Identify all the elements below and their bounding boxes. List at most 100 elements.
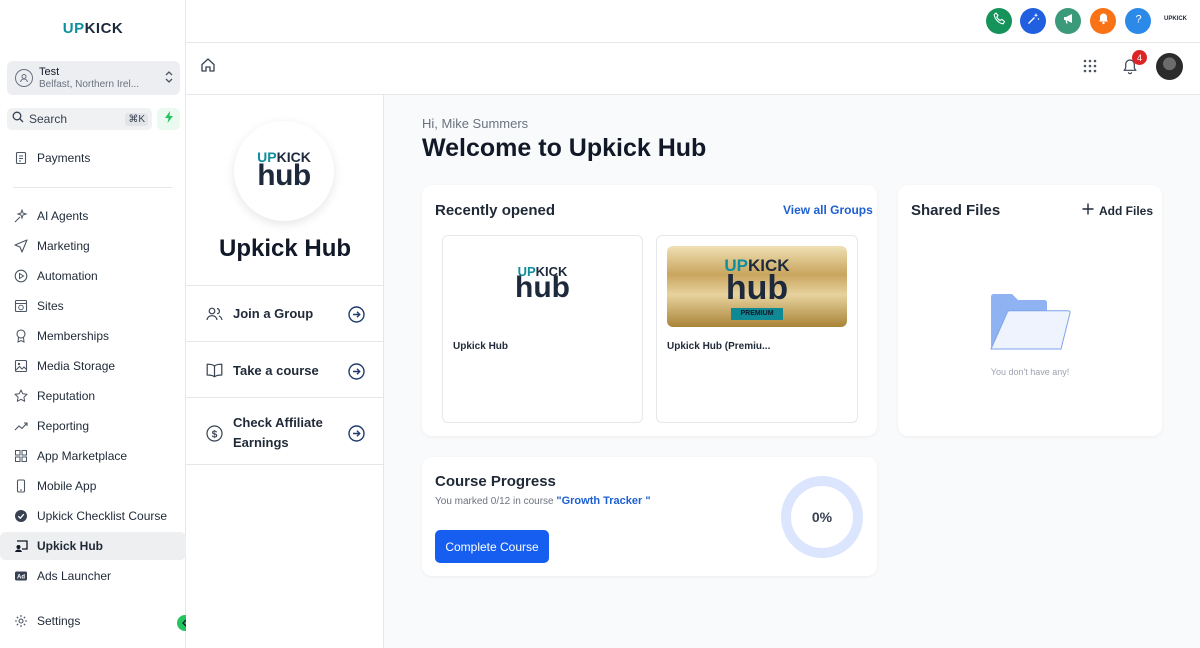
sidebar-item-label: Upkick Checklist Course	[37, 509, 168, 523]
sidebar-item-label: Payments	[37, 151, 91, 165]
notification-count-badge: 4	[1132, 50, 1147, 65]
brand-logo[interactable]: UPKICK	[0, 20, 186, 37]
sidebar-divider	[13, 187, 172, 188]
grid-icon	[13, 448, 29, 464]
sidebar-item-marketing[interactable]: Marketing	[0, 232, 186, 260]
sidebar: UPKICK Test Belfast, Northern Irel... Se…	[0, 0, 193, 648]
brand-logo-up: UP	[62, 20, 85, 37]
sub-header: 4	[186, 43, 1200, 95]
sidebar-item-label: Media Storage	[37, 359, 116, 373]
greeting: Hi, Mike Summers	[422, 116, 529, 131]
home-icon[interactable]	[200, 57, 216, 78]
recent-item-upkick-hub[interactable]: UPKICK hub Upkick Hub	[442, 235, 643, 423]
arrow-right-circle-icon	[348, 425, 365, 447]
location-switcher[interactable]: Test Belfast, Northern Irel...	[7, 61, 180, 95]
add-files-button[interactable]: Add Files	[1082, 203, 1153, 218]
top-bar: ? UPKICK	[186, 0, 1200, 43]
play-circle-icon	[13, 268, 29, 284]
apps-grid-icon[interactable]	[1083, 59, 1097, 78]
sidebar-item-reporting[interactable]: Reporting	[0, 412, 186, 440]
star-icon	[13, 388, 29, 404]
sidebar-item-label: Mobile App	[37, 479, 97, 493]
course-progress-text: You marked 0/12 in course "Growth Tracke…	[435, 495, 651, 507]
phone-icon	[13, 478, 29, 494]
sidebar-item-sites[interactable]: Sites	[0, 292, 186, 320]
affiliate-label-line2: Earnings	[233, 435, 289, 450]
recent-item-upkick-hub-premium[interactable]: UPKICK hub PREMIUM Upkick Hub (Premiu...	[656, 235, 858, 423]
recently-opened-title: Recently opened	[435, 202, 556, 219]
phone-call-icon	[993, 12, 1006, 30]
sidebar-item-memberships[interactable]: Memberships	[0, 322, 186, 350]
location-address: Belfast, Northern Irel...	[39, 79, 140, 90]
award-icon	[13, 328, 29, 344]
progress-percent: 0%	[811, 509, 833, 525]
sidebar-item-label: Reputation	[37, 389, 96, 403]
sidebar-item-settings[interactable]: Settings	[0, 607, 186, 635]
mini-logo: UPKICK	[1164, 16, 1188, 22]
svg-text:?: ?	[1135, 14, 1141, 26]
sidebar-item-upkick-hub[interactable]: Upkick Hub	[0, 532, 186, 560]
join-group-label: Join a Group	[233, 306, 314, 321]
sidebar-item-label: App Marketplace	[37, 449, 128, 463]
shared-files-card: Shared Files Add Files You don't have an…	[898, 185, 1162, 436]
quick-actions-button[interactable]	[157, 108, 180, 130]
announcements-button[interactable]	[1055, 8, 1081, 34]
sidebar-item-label: Automation	[37, 269, 98, 283]
sidebar-item-mobile-app[interactable]: Mobile App	[0, 472, 186, 500]
sidebar-item-upkick-checklist-course[interactable]: Upkick Checklist Course	[0, 502, 186, 530]
location-avatar-icon	[15, 69, 33, 87]
course-link[interactable]: "Growth Tracker "	[556, 495, 650, 507]
sidebar-item-label: Settings	[37, 614, 81, 628]
sidebar-item-media-storage[interactable]: Media Storage	[0, 352, 186, 380]
search-input[interactable]: Search ⌘K	[7, 108, 152, 130]
brand-logo-kick: KICK	[84, 20, 124, 37]
sidebar-item-label: Ads Launcher	[37, 569, 112, 583]
svg-text:$: $	[212, 429, 218, 440]
location-name: Test	[39, 66, 60, 78]
take-course-label: Take a course	[233, 363, 319, 378]
search-label: Search	[29, 112, 68, 126]
notifications-alert-button[interactable]	[1090, 8, 1116, 34]
help-button[interactable]: ?	[1125, 8, 1151, 34]
page-title: Welcome to Upkick Hub	[422, 134, 707, 162]
sidebar-item-ai-agents[interactable]: AI Agents	[0, 202, 186, 230]
sidebar-item-label: Marketing	[37, 239, 90, 253]
add-files-label: Add Files	[1099, 203, 1154, 218]
premium-thumbnail: UPKICK hub PREMIUM	[667, 246, 847, 327]
sidebar-item-ads-launcher[interactable]: Ad Ads Launcher	[0, 562, 186, 590]
monitor-user-icon	[13, 538, 29, 554]
recent-item-caption: Upkick Hub (Premiu...	[667, 341, 771, 352]
search-shortcut: ⌘K	[125, 112, 148, 126]
join-group-action[interactable]: Join a Group	[186, 285, 384, 341]
user-avatar[interactable]	[1156, 53, 1183, 80]
folder-icon	[989, 293, 1071, 356]
sidebar-item-label: Memberships	[37, 329, 110, 343]
users-icon	[206, 306, 223, 322]
sparkles-icon	[13, 208, 29, 224]
magic-wand-icon	[1027, 12, 1040, 30]
sidebar-item-label: AI Agents	[37, 209, 89, 223]
magic-button[interactable]	[1020, 8, 1046, 34]
arrow-right-circle-icon	[348, 363, 365, 385]
search-icon	[12, 110, 24, 128]
affiliate-earnings-action[interactable]: $ Check Affiliate Earnings	[186, 397, 384, 465]
bell-icon	[1097, 12, 1110, 30]
globe-page-icon	[13, 298, 29, 314]
course-progress-title: Course Progress	[435, 473, 556, 490]
sidebar-item-label: Reporting	[37, 419, 90, 433]
shared-files-empty-text: You don't have any!	[990, 367, 1070, 377]
ad-icon: Ad	[13, 568, 29, 584]
take-course-action[interactable]: Take a course	[186, 341, 384, 397]
sidebar-item-payments[interactable]: Payments	[0, 144, 186, 172]
sidebar-item-app-marketplace[interactable]: App Marketplace	[0, 442, 186, 470]
phone-button[interactable]	[986, 8, 1012, 34]
arrow-right-circle-icon	[348, 306, 365, 328]
complete-course-button[interactable]: Complete Course	[435, 530, 549, 563]
megaphone-icon	[1062, 12, 1075, 30]
svg-text:Ad: Ad	[17, 575, 25, 581]
shared-files-title: Shared Files	[911, 202, 1001, 219]
sidebar-item-reputation[interactable]: Reputation	[0, 382, 186, 410]
sidebar-item-label: Upkick Hub	[37, 539, 104, 553]
view-all-groups-link[interactable]: View all Groups	[783, 203, 873, 217]
sidebar-item-automation[interactable]: Automation	[0, 262, 186, 290]
